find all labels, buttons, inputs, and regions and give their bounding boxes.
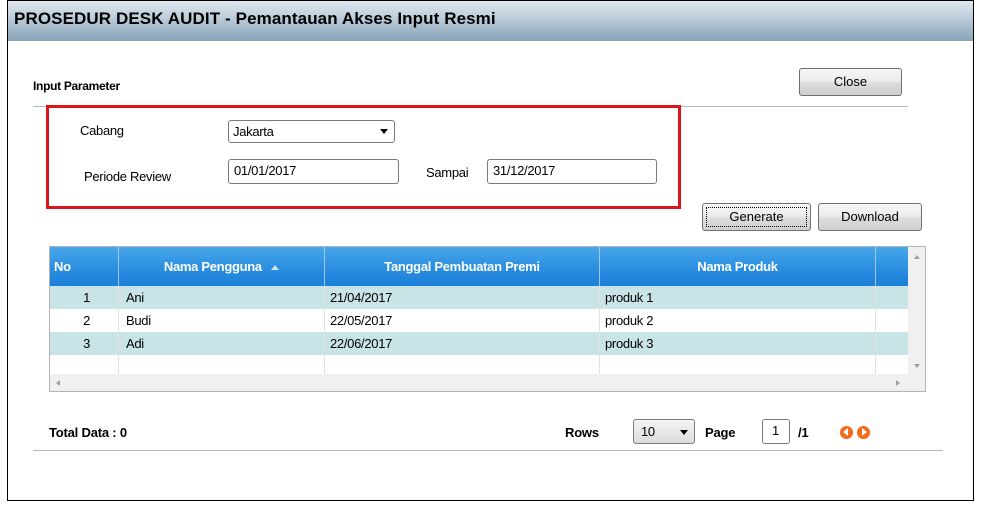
section-title: Input Parameter bbox=[33, 79, 120, 93]
scroll-up-icon[interactable] bbox=[914, 255, 920, 259]
table-row[interactable]: 2 Budi 22/05/2017 produk 2 bbox=[50, 309, 908, 332]
cell-no: 1 bbox=[50, 286, 119, 309]
page-number-field[interactable]: 1 bbox=[762, 419, 790, 444]
title-bar[interactable]: PROSEDUR DESK AUDIT - Pemantauan Akses I… bbox=[8, 1, 973, 41]
scroll-down-icon[interactable] bbox=[914, 364, 920, 368]
chevron-down-icon bbox=[680, 430, 688, 435]
column-header-tanggal-label: Tanggal Pembuatan Premi bbox=[384, 259, 540, 274]
page-total: /1 bbox=[798, 425, 809, 440]
cell-produk: produk 3 bbox=[600, 332, 876, 355]
periode-to-field[interactable]: 31/12/2017 bbox=[487, 159, 657, 184]
column-header-nama-produk[interactable]: Nama Produk bbox=[600, 247, 876, 286]
cell-no: 2 bbox=[50, 309, 119, 332]
window-title: PROSEDUR DESK AUDIT - Pemantauan Akses I… bbox=[14, 9, 496, 28]
cabang-label: Cabang bbox=[80, 123, 124, 138]
total-data-label: Total Data : 0 bbox=[49, 425, 127, 440]
close-button[interactable]: Close bbox=[799, 68, 902, 96]
focus-ring bbox=[706, 207, 807, 227]
empty-cell bbox=[50, 355, 119, 374]
column-header-no[interactable]: No bbox=[50, 247, 119, 286]
periode-from-field[interactable]: 01/01/2017 bbox=[228, 159, 399, 184]
data-grid[interactable]: No Nama Pengguna Tanggal Pembuatan Premi… bbox=[49, 246, 926, 392]
rows-per-page-select[interactable]: 10 bbox=[633, 419, 695, 444]
empty-cell bbox=[325, 355, 600, 374]
rows-per-page-value: 10 bbox=[641, 424, 655, 439]
sort-ascending-icon bbox=[271, 265, 280, 271]
cell-tanggal: 22/06/2017 bbox=[325, 332, 600, 355]
column-header-filler bbox=[876, 247, 908, 286]
chevron-down-icon bbox=[380, 129, 388, 134]
grid-header: No Nama Pengguna Tanggal Pembuatan Premi… bbox=[50, 247, 908, 286]
dialog-window: PROSEDUR DESK AUDIT - Pemantauan Akses I… bbox=[7, 0, 974, 501]
cell-no: 3 bbox=[50, 332, 119, 355]
periode-label: Periode Review bbox=[84, 169, 171, 184]
cell-produk: produk 2 bbox=[600, 309, 876, 332]
cell-nama: Adi bbox=[119, 332, 325, 355]
column-header-nama-label: Nama Pengguna bbox=[163, 259, 262, 274]
cabang-select[interactable]: Jakarta bbox=[228, 120, 395, 143]
column-header-produk-label: Nama Produk bbox=[697, 259, 778, 274]
close-button-label: Close bbox=[833, 74, 868, 89]
column-header-nama-pengguna[interactable]: Nama Pengguna bbox=[119, 247, 325, 286]
page-label: Page bbox=[705, 425, 736, 440]
empty-cell bbox=[119, 355, 325, 374]
vertical-scrollbar[interactable] bbox=[908, 247, 925, 374]
rows-label: Rows bbox=[565, 425, 599, 440]
empty-row bbox=[50, 355, 908, 374]
cabang-value: Jakarta bbox=[233, 124, 274, 139]
next-page-icon[interactable] bbox=[857, 426, 870, 439]
cell-produk: produk 1 bbox=[600, 286, 876, 309]
table-row[interactable]: 3 Adi 22/06/2017 produk 3 bbox=[50, 332, 908, 355]
scroll-left-icon[interactable] bbox=[56, 380, 60, 386]
generate-button[interactable]: Generate bbox=[702, 203, 811, 231]
column-header-tanggal[interactable]: Tanggal Pembuatan Premi bbox=[325, 247, 600, 286]
horizontal-scrollbar[interactable] bbox=[50, 374, 925, 391]
sampai-label: Sampai bbox=[426, 165, 469, 180]
cell-nama: Budi bbox=[119, 309, 325, 332]
table-row[interactable]: 1 Ani 21/04/2017 produk 1 bbox=[50, 286, 908, 309]
column-header-no-label: No bbox=[54, 259, 71, 274]
download-button[interactable]: Download bbox=[818, 203, 922, 231]
download-button-label: Download bbox=[841, 209, 899, 224]
cell-nama: Ani bbox=[119, 286, 325, 309]
footer-divider bbox=[33, 450, 943, 452]
scroll-right-icon[interactable] bbox=[896, 380, 900, 386]
previous-page-icon[interactable] bbox=[840, 426, 853, 439]
empty-cell bbox=[600, 355, 876, 374]
cell-tanggal: 22/05/2017 bbox=[325, 309, 600, 332]
cell-tanggal: 21/04/2017 bbox=[325, 286, 600, 309]
